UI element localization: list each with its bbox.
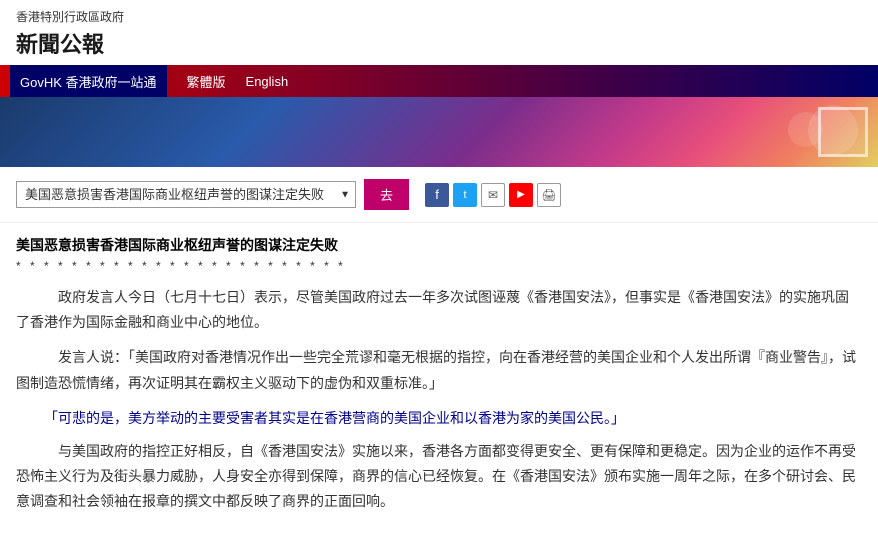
twitter-icon[interactable]: t [453,183,477,207]
article-para1: 政府发言人今日（七月十七日）表示，尽管美国政府过去一年多次试图诬蔑《香港国安法》… [16,285,862,335]
article-para4: 与美国政府的指控正好相反，自《香港国安法》实施以来，香港各方面都变得更安全、更有… [16,439,862,515]
nav-govhk[interactable]: GovHK 香港政府一站通 [10,65,167,97]
article-para2: 发言人说：「美国政府对香港情况作出一些完全荒谬和毫无根据的指控，向在香港经营的美… [16,345,862,395]
search-bar: 美国恶意损害香港国际商业枢纽声誉的图谋注定失败 ▼ 去 f t ✉ ▶ 🖨 [0,167,878,223]
article-body: 政府发言人今日（七月十七日）表示，尽管美国政府过去一年多次试图诬蔑《香港国安法》… [16,285,862,515]
youtube-icon[interactable]: ▶ [509,183,533,207]
go-button[interactable]: 去 [364,179,409,210]
banner-box [818,107,868,157]
page-title: 新聞公報 [16,27,862,59]
article-content: 美国恶意损害香港国际商业枢纽声誉的图谋注定失败 * * * * * * * * … [0,223,878,545]
select-wrapper[interactable]: 美国恶意损害香港国际商业枢纽声誉的图谋注定失败 ▼ [16,181,356,208]
article-title: 美国恶意损害香港国际商业枢纽声誉的图谋注定失败 [16,235,862,255]
print-icon[interactable]: 🖨 [537,183,561,207]
nav-trad[interactable]: 繁體版 [187,72,226,91]
article-select[interactable]: 美国恶意损害香港国际商业枢纽声誉的图谋注定失败 [16,181,356,208]
facebook-icon[interactable]: f [425,183,449,207]
article-quote: 「可悲的是，美方举动的主要受害者其实是在香港营商的美国企业和以香港为家的美国公民… [16,406,862,431]
nav-english[interactable]: English [246,74,289,89]
social-icons: f t ✉ ▶ 🖨 [425,183,561,207]
nav-bar: GovHK 香港政府一站通 繁體版 English [0,65,878,97]
page-header: 香港特別行政區政府 新聞公報 [0,0,878,65]
gov-label: 香港特別行政區政府 [16,8,862,25]
divider-stars: * * * * * * * * * * * * * * * * * * * * … [16,259,862,273]
mail-icon[interactable]: ✉ [481,183,505,207]
banner [0,97,878,167]
